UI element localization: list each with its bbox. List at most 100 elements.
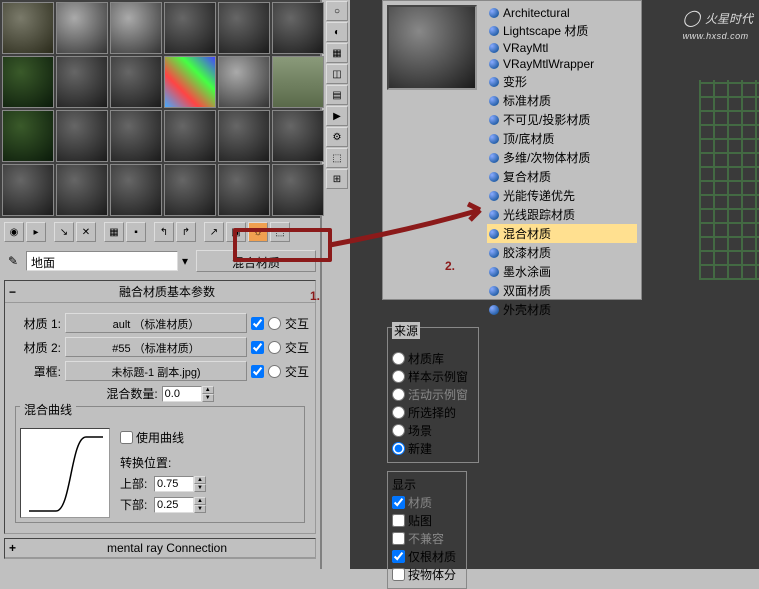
- show-end-result-icon[interactable]: ▪: [126, 222, 146, 242]
- make-preview-icon[interactable]: ▶: [326, 106, 348, 126]
- sample-slot[interactable]: [218, 164, 270, 216]
- display-checkbox[interactable]: [392, 514, 405, 527]
- sample-slot[interactable]: [110, 110, 162, 162]
- mix-amount-input[interactable]: [162, 386, 202, 402]
- sample-slot[interactable]: [110, 2, 162, 54]
- sample-slot[interactable]: [56, 164, 108, 216]
- material-list-item[interactable]: Lightscape 材质: [487, 21, 637, 40]
- sample-slot[interactable]: [164, 56, 216, 108]
- upper-input[interactable]: [154, 476, 194, 492]
- spinner-up-icon[interactable]: ▲: [194, 476, 206, 484]
- mat2-enable-checkbox[interactable]: [251, 341, 264, 354]
- material-map-navigator-icon[interactable]: ⊞: [326, 169, 348, 189]
- dropdown-arrow-icon[interactable]: ▾: [182, 254, 188, 268]
- display-checkbox[interactable]: [392, 532, 405, 545]
- sample-slot[interactable]: [56, 56, 108, 108]
- spinner-down-icon[interactable]: ▼: [194, 505, 206, 513]
- spinner-up-icon[interactable]: ▲: [202, 386, 214, 394]
- material-list-item[interactable]: 顶/底材质: [487, 129, 637, 148]
- sample-slot[interactable]: [56, 110, 108, 162]
- video-check-icon[interactable]: ▤: [326, 85, 348, 105]
- mat2-slot-button[interactable]: #55 （标准材质）: [65, 337, 247, 357]
- material-name-input[interactable]: 地面: [26, 251, 178, 271]
- select-by-material-icon[interactable]: ⬚: [270, 222, 290, 242]
- rollout-header[interactable]: + mental ray Connection: [5, 539, 315, 558]
- backlight-icon[interactable]: ◐: [326, 22, 348, 42]
- sample-uv-icon[interactable]: ◫: [326, 64, 348, 84]
- sample-slot[interactable]: [110, 56, 162, 108]
- sample-slot[interactable]: [164, 2, 216, 54]
- sample-slot[interactable]: [272, 164, 324, 216]
- material-list-item[interactable]: 墨水涂画: [487, 262, 637, 281]
- sample-slot[interactable]: [2, 2, 54, 54]
- mask-slot-button[interactable]: 未标题-1 副本.jpg): [65, 361, 247, 381]
- sample-slot[interactable]: [218, 2, 270, 54]
- material-list-item[interactable]: 胶漆材质: [487, 243, 637, 262]
- mat1-slot-button[interactable]: ault （标准材质）: [65, 313, 247, 333]
- source-radio[interactable]: [392, 406, 405, 419]
- eyedropper-icon[interactable]: ✎: [4, 254, 22, 268]
- use-curve-checkbox[interactable]: [120, 431, 133, 444]
- source-radio[interactable]: [392, 370, 405, 383]
- source-radio[interactable]: [392, 388, 405, 401]
- viewport-grid: [699, 80, 759, 280]
- options-icon[interactable]: ⚙: [326, 127, 348, 147]
- mask-enable-checkbox[interactable]: [251, 365, 264, 378]
- spinner-down-icon[interactable]: ▼: [202, 394, 214, 402]
- material-list-item[interactable]: 光能传递优先: [487, 186, 637, 205]
- sample-slot[interactable]: [272, 2, 324, 54]
- material-list-item[interactable]: 不可见/投影材质: [487, 110, 637, 129]
- spinner-down-icon[interactable]: ▼: [194, 484, 206, 492]
- sample-slot[interactable]: [218, 110, 270, 162]
- mask-interactive-radio[interactable]: [268, 365, 281, 378]
- sample-slot[interactable]: [218, 56, 270, 108]
- material-list-item[interactable]: 外壳材质: [487, 300, 637, 319]
- sample-slot[interactable]: [56, 2, 108, 54]
- display-checkbox[interactable]: [392, 550, 405, 563]
- display-checkbox[interactable]: [392, 496, 405, 509]
- mat1-interactive-radio[interactable]: [268, 317, 281, 330]
- material-list-item[interactable]: 变形: [487, 72, 637, 91]
- put-to-scene-icon[interactable]: ▸: [26, 222, 46, 242]
- sample-slot[interactable]: [164, 164, 216, 216]
- material-list-item[interactable]: 双面材质: [487, 281, 637, 300]
- assign-to-selection-icon[interactable]: ↘: [54, 222, 74, 242]
- rollout-header[interactable]: − 融合材质基本参数: [5, 281, 315, 303]
- material-list-item[interactable]: 多维/次物体材质: [487, 148, 637, 167]
- sample-slot[interactable]: [272, 56, 324, 108]
- source-radio[interactable]: [392, 424, 405, 437]
- mat1-enable-checkbox[interactable]: [251, 317, 264, 330]
- material-list-item[interactable]: 光线跟踪材质: [487, 205, 637, 224]
- sample-slot[interactable]: [110, 164, 162, 216]
- show-map-icon[interactable]: ▦: [104, 222, 124, 242]
- display-checkbox[interactable]: [392, 568, 405, 581]
- material-list-item[interactable]: Architectural: [487, 5, 637, 21]
- delete-icon[interactable]: ✕: [76, 222, 96, 242]
- material-list-item[interactable]: 标准材质: [487, 91, 637, 110]
- source-radio[interactable]: [392, 442, 405, 455]
- material-list-item[interactable]: VRayMtlWrapper: [487, 56, 637, 72]
- pick-material-icon[interactable]: ↗: [204, 222, 224, 242]
- material-name: 光能传递优先: [503, 187, 575, 204]
- material-list-item[interactable]: 复合材质: [487, 167, 637, 186]
- select-by-material-icon[interactable]: ⬚: [326, 148, 348, 168]
- sample-slot[interactable]: [272, 110, 324, 162]
- mat2-interactive-radio[interactable]: [268, 341, 281, 354]
- source-radio[interactable]: [392, 352, 405, 365]
- sample-slot[interactable]: [2, 56, 54, 108]
- go-parent-icon[interactable]: ↰: [154, 222, 174, 242]
- background-icon[interactable]: ▦: [326, 43, 348, 63]
- get-material-icon[interactable]: ◉: [4, 222, 24, 242]
- material-list-item[interactable]: 混合材质: [487, 224, 637, 243]
- spinner-up-icon[interactable]: ▲: [194, 497, 206, 505]
- make-unique-icon[interactable]: ☼: [248, 222, 268, 242]
- sample-type-icon[interactable]: ○: [326, 1, 348, 21]
- sample-slot[interactable]: [2, 164, 54, 216]
- go-forward-icon[interactable]: ↱: [176, 222, 196, 242]
- material-list-item[interactable]: VRayMtl: [487, 40, 637, 56]
- sample-slot[interactable]: [2, 110, 54, 162]
- material-options-icon[interactable]: ▣: [226, 222, 246, 242]
- lower-input[interactable]: [154, 497, 194, 513]
- material-type-button[interactable]: 混合材质: [196, 250, 316, 272]
- sample-slot[interactable]: [164, 110, 216, 162]
